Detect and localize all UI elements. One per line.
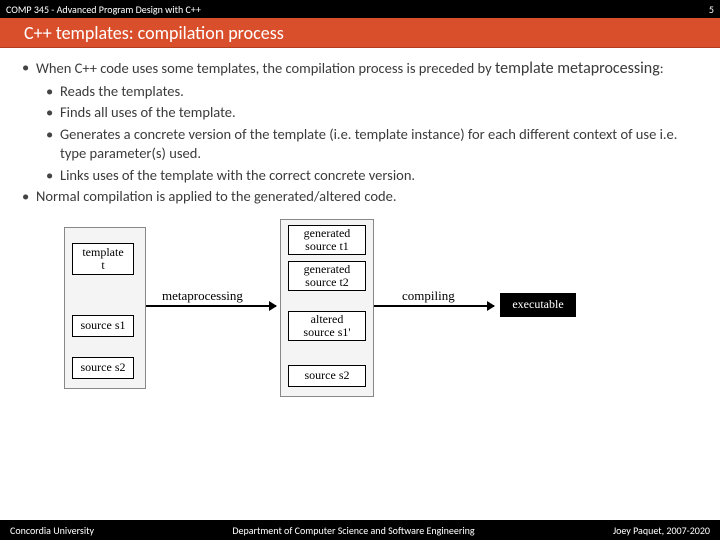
bullet-1: When C++ code uses some templates, the c…: [22, 58, 698, 185]
slide-number: 5: [709, 3, 714, 16]
slide-title-bar: C++ templates: compilation process: [0, 18, 720, 48]
box-executable: executable: [500, 293, 576, 317]
sub-bullet-list: Reads the templates. Finds all uses of t…: [46, 82, 698, 186]
bullet-1a: Reads the templates.: [46, 82, 698, 102]
bullet-1-pre: When C++ code uses some templates, the c…: [36, 59, 495, 77]
label-compiling: compiling: [402, 287, 455, 305]
slide-topbar: COMP 345 - Advanced Program Design with …: [0, 0, 720, 18]
slide-title: C++ templates: compilation process: [24, 22, 284, 44]
bullet-2: Normal compilation is applied to the gen…: [22, 187, 698, 207]
box-gen-t1: generated source t1: [288, 225, 366, 255]
bullet-1d: Links uses of the template with the corr…: [46, 166, 698, 186]
arrow-metaprocessing: [146, 305, 276, 307]
course-code: COMP 345 - Advanced Program Design with …: [6, 3, 201, 16]
footer-left: Concordia University: [10, 524, 94, 537]
compilation-diagram: template t source s1 source s2 metaproce…: [64, 217, 624, 407]
box-source-s2b: source s2: [288, 365, 366, 387]
slide-body: When C++ code uses some templates, the c…: [0, 48, 720, 520]
bullet-1-emph: template metaprocessing: [495, 59, 660, 78]
label-metaprocessing: metaprocessing: [162, 287, 243, 305]
bullet-list: When C++ code uses some templates, the c…: [22, 58, 698, 207]
slide: COMP 345 - Advanced Program Design with …: [0, 0, 720, 540]
box-alt-s1: altered source s1': [288, 311, 366, 341]
bullet-1-post: :: [660, 59, 664, 77]
footer-center: Department of Computer Science and Softw…: [232, 524, 474, 537]
box-source-s2: source s2: [72, 357, 134, 379]
box-template-t: template t: [72, 243, 134, 275]
box-gen-t2: generated source t2: [288, 261, 366, 291]
footer-right: Joey Paquet, 2007-2020: [613, 524, 710, 537]
box-source-s1: source s1: [72, 315, 134, 337]
bullet-1b: Finds all uses of the template.: [46, 103, 698, 123]
arrow-compiling: [374, 305, 494, 307]
bullet-1c: Generates a concrete version of the temp…: [46, 125, 698, 164]
slide-footer: Concordia University Department of Compu…: [0, 520, 720, 540]
